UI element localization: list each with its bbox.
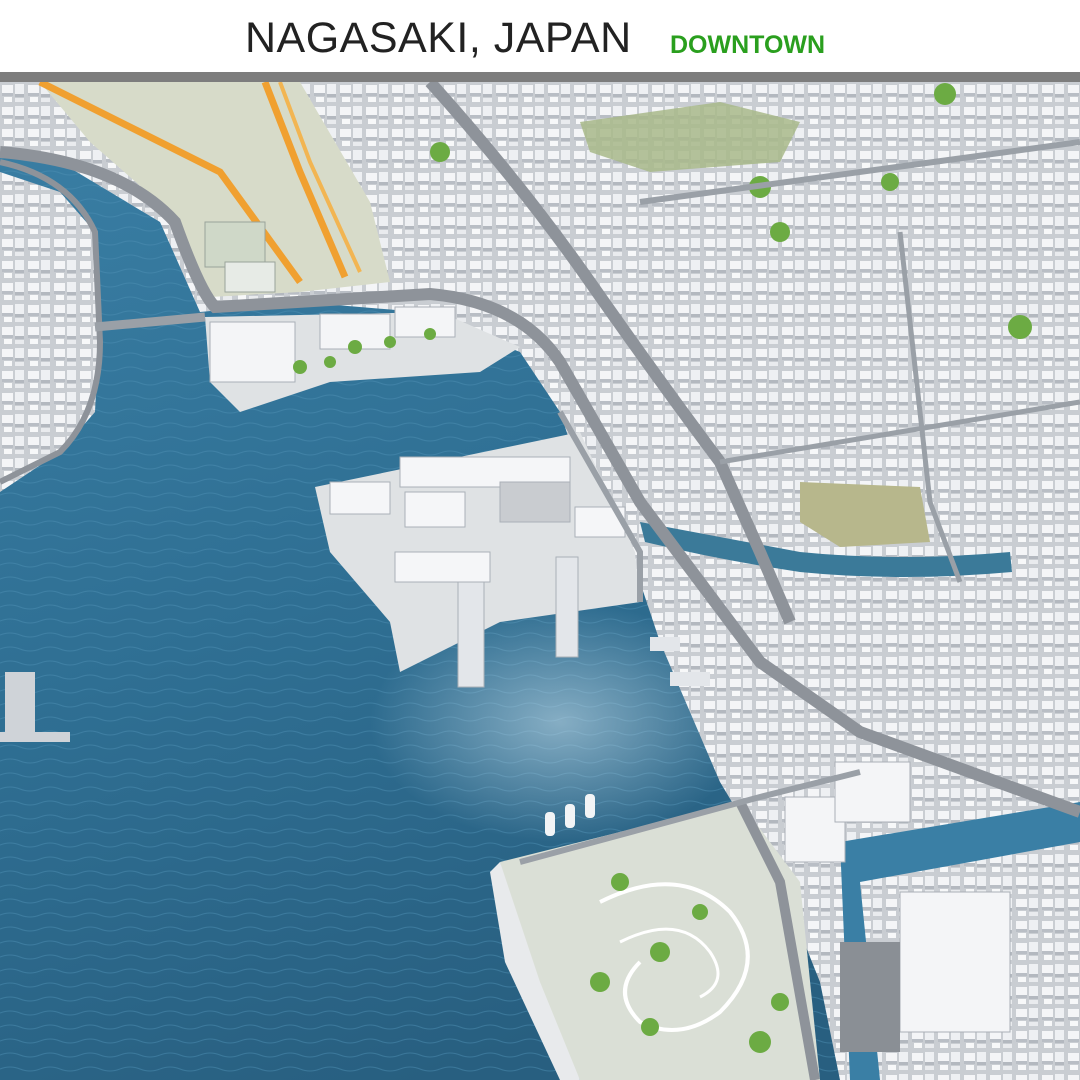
tree-cluster-3 bbox=[770, 222, 790, 242]
lot-dark bbox=[840, 942, 900, 1052]
small-pier-2 bbox=[670, 672, 710, 686]
page-subtitle: DOWNTOWN bbox=[670, 31, 826, 59]
terminal-parking bbox=[499, 481, 571, 523]
floating-pier-1 bbox=[457, 581, 485, 688]
terminal-building-1 bbox=[329, 481, 391, 515]
warehouse-1 bbox=[899, 891, 1011, 1033]
page-title: NAGASAKI, JAPAN bbox=[245, 14, 632, 62]
boat-2 bbox=[565, 804, 575, 828]
small-pier-1 bbox=[650, 637, 680, 651]
sports-field-2 bbox=[224, 261, 276, 293]
tree-cluster-1 bbox=[430, 142, 450, 162]
boat-3 bbox=[585, 794, 595, 818]
warehouse-3 bbox=[834, 761, 911, 823]
large-building-1 bbox=[209, 321, 296, 383]
sports-field bbox=[204, 221, 266, 268]
west-jetty-arm bbox=[0, 732, 70, 742]
tree-cluster-5 bbox=[1008, 315, 1032, 339]
header-divider bbox=[0, 72, 1080, 82]
header: NAGASAKI, JAPAN DOWNTOWN bbox=[0, 0, 1080, 72]
tree-cluster-4 bbox=[881, 173, 899, 191]
terminal-building-5 bbox=[394, 551, 491, 583]
tree-cluster-6 bbox=[934, 83, 956, 105]
city-3d-map bbox=[0, 82, 1080, 1080]
boat-1 bbox=[545, 812, 555, 836]
west-jetty bbox=[5, 672, 35, 742]
terminal-building-3 bbox=[404, 491, 466, 528]
floating-pier-2 bbox=[555, 556, 579, 658]
map-poster: NAGASAKI, JAPAN DOWNTOWN bbox=[0, 0, 1080, 1080]
